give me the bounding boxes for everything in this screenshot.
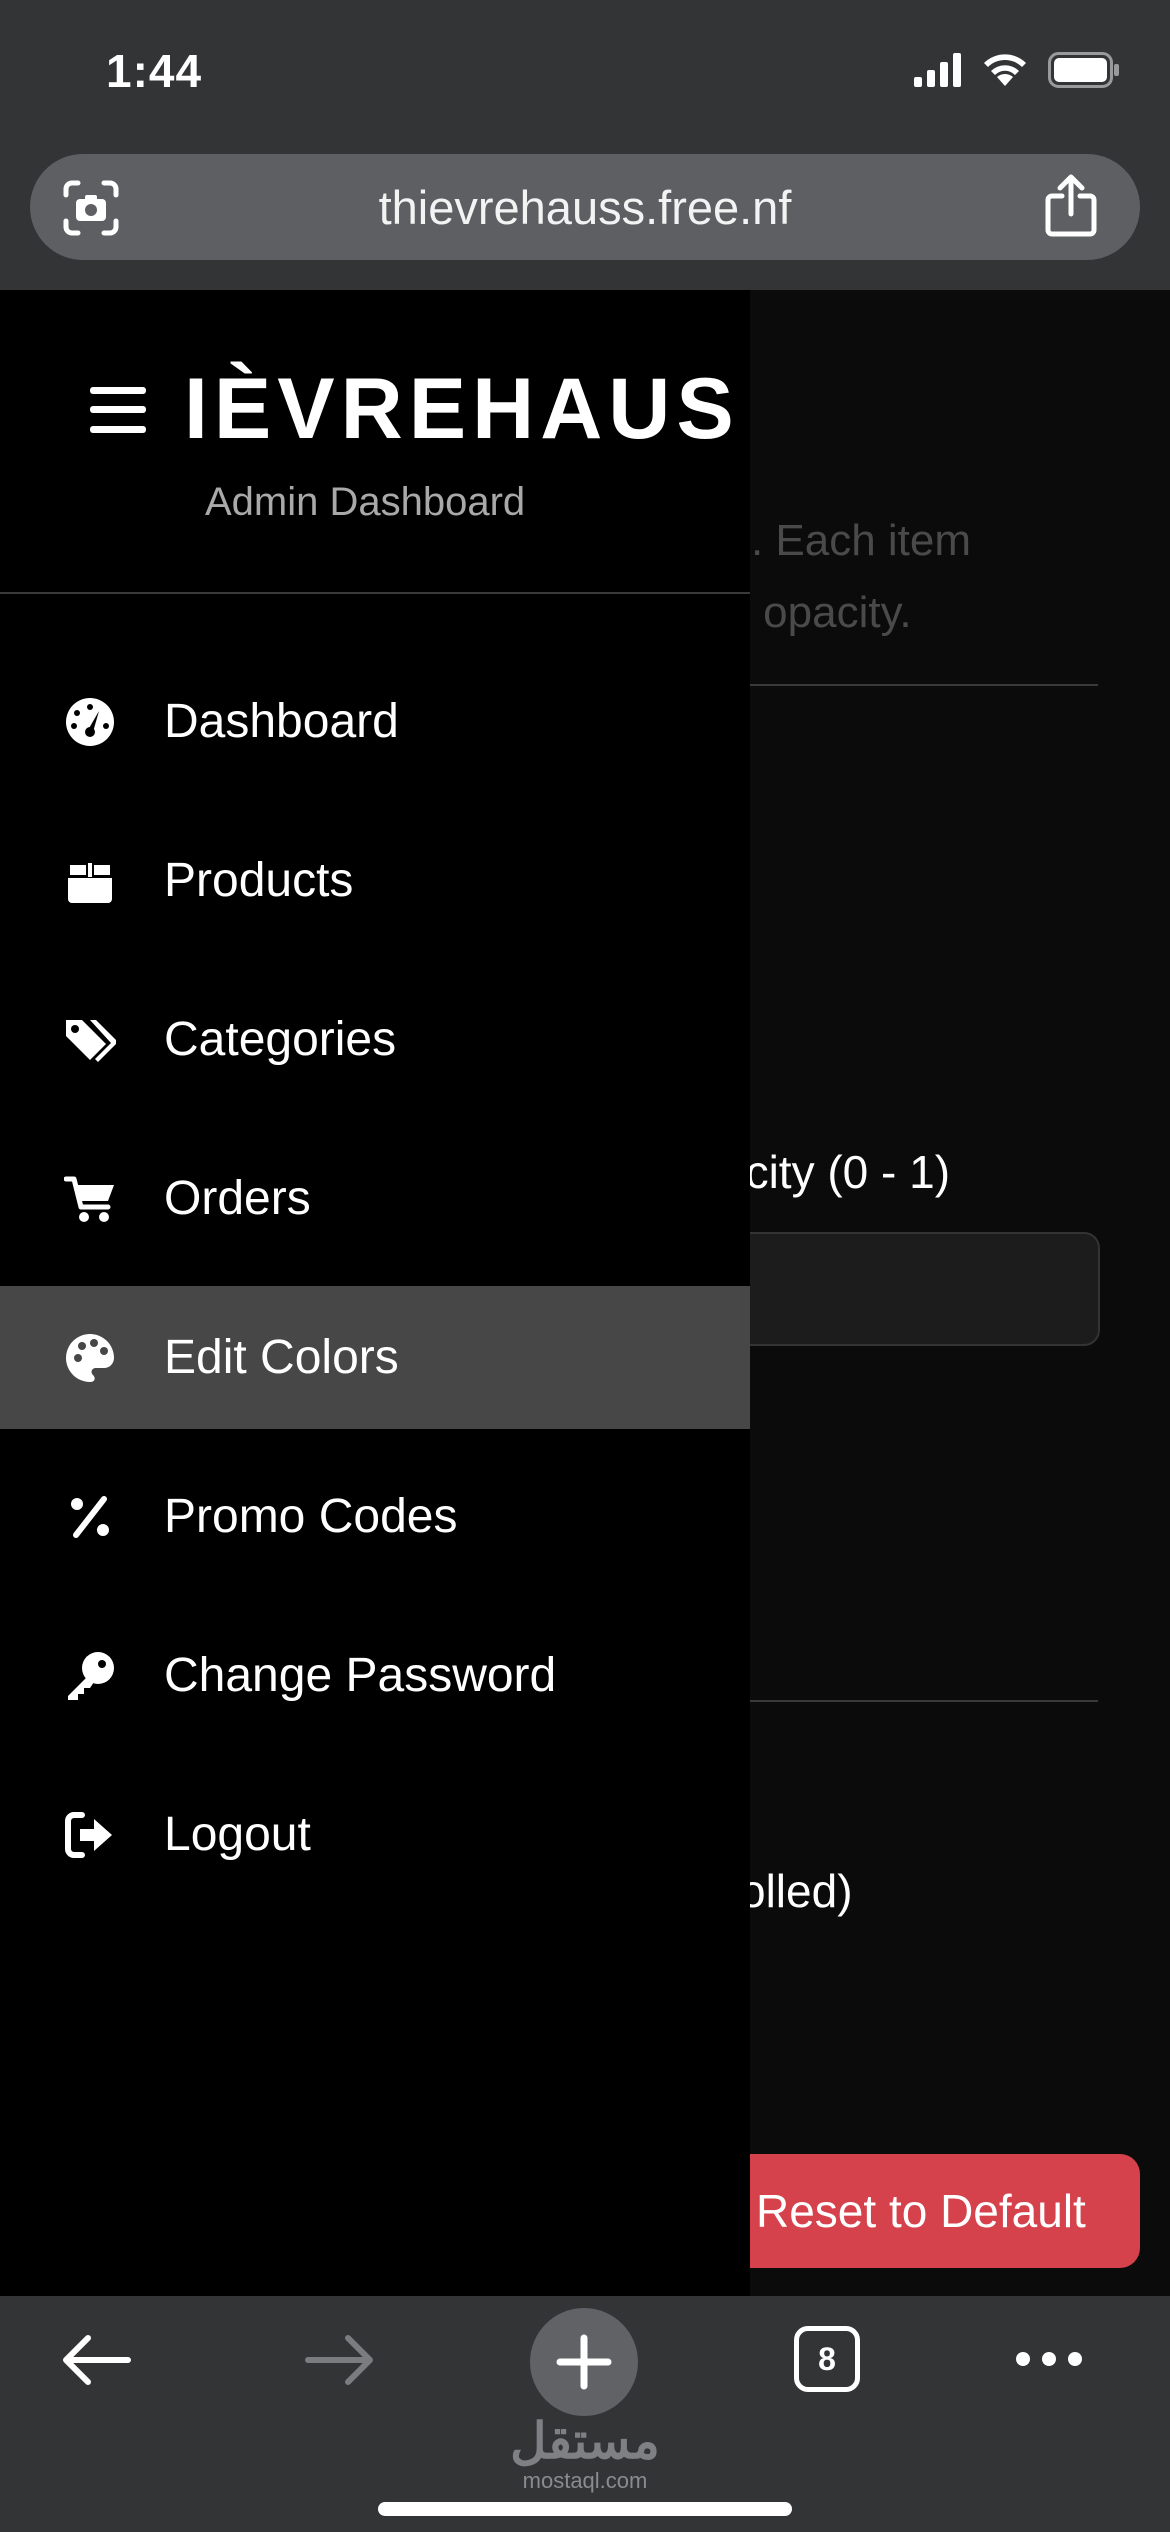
- brand-title: IÈVREHAUS: [184, 361, 740, 457]
- hamburger-menu-icon[interactable]: [90, 386, 146, 433]
- share-icon[interactable]: [1042, 174, 1100, 238]
- address-bar[interactable]: thievrehauss.free.nf: [30, 154, 1140, 260]
- tags-icon: [66, 1020, 116, 1062]
- status-bar: 1:44: [0, 0, 1170, 150]
- watermark-arabic: مستقل: [510, 2413, 660, 2469]
- browser-toolbar: thievrehauss.free.nf: [0, 150, 1170, 290]
- forward-arrow-icon[interactable]: [304, 2330, 376, 2390]
- sidebar-item-label: Edit Colors: [164, 1331, 399, 1384]
- sidebar-item-change-password[interactable]: Change Password: [0, 1604, 750, 1747]
- palette-icon: [66, 1334, 114, 1382]
- browser-bottom-bar: 8 مستقل mostaql.com: [0, 2296, 1170, 2532]
- back-arrow-icon[interactable]: [60, 2330, 132, 2390]
- sidebar-item-logout[interactable]: Logout: [0, 1763, 750, 1906]
- home-indicator[interactable]: [378, 2502, 792, 2516]
- percent-icon: [71, 1496, 109, 1538]
- new-tab-button[interactable]: [530, 2308, 638, 2416]
- sidebar-item-products[interactable]: Products: [0, 809, 750, 952]
- admin-sidebar: IÈVREHAUS Admin Dashboard Dashboard Prod…: [0, 290, 750, 2296]
- brand-subtitle: Admin Dashboard: [205, 480, 526, 524]
- status-icons: [914, 52, 1120, 88]
- sidebar-item-label: Logout: [164, 1808, 311, 1861]
- sidebar-item-orders[interactable]: Orders: [0, 1127, 750, 1270]
- sidebar-item-label: Change Password: [164, 1649, 557, 1702]
- wifi-icon: [984, 54, 1026, 86]
- section-divider: [700, 684, 1098, 686]
- key-icon: [68, 1652, 114, 1700]
- section-divider: [700, 1700, 1098, 1702]
- cellular-signal-icon: [914, 53, 961, 87]
- url-text: thievrehauss.free.nf: [378, 181, 792, 234]
- sidebar-item-edit-colors[interactable]: Edit Colors: [0, 1286, 750, 1429]
- more-options-icon[interactable]: [1016, 2352, 1082, 2366]
- sidebar-item-promo-codes[interactable]: Promo Codes: [0, 1445, 750, 1588]
- cart-icon: [64, 1176, 114, 1222]
- description-line: ngs. Each item: [680, 516, 972, 565]
- plus-icon: [556, 2334, 612, 2390]
- scrolled-label: olled): [740, 1865, 853, 1917]
- sidebar-item-label: Orders: [164, 1172, 311, 1225]
- box-icon: [68, 863, 112, 903]
- watermark-latin: mostaql.com: [522, 2468, 648, 2493]
- sidebar-divider: [0, 592, 750, 594]
- opacity-label: acity (0 - 1): [720, 1146, 951, 1198]
- tab-count-button[interactable]: 8: [794, 2326, 860, 2392]
- sidebar-nav: Dashboard Products Categories Orders Edi…: [0, 650, 750, 1922]
- status-time: 1:44: [106, 45, 203, 97]
- sidebar-item-label: Promo Codes: [164, 1490, 458, 1543]
- logout-icon: [65, 1812, 112, 1858]
- battery-icon: [1048, 52, 1119, 88]
- description-line: ble, opacity.: [680, 588, 912, 637]
- sidebar-item-label: Categories: [164, 1013, 397, 1066]
- watermark-logo: مستقل mostaql.com: [505, 2414, 665, 2494]
- sidebar-item-dashboard[interactable]: Dashboard: [0, 650, 750, 793]
- sidebar-header: IÈVREHAUS: [90, 360, 740, 459]
- reset-button-label: Reset to Default: [756, 2185, 1086, 2237]
- sidebar-item-label: Dashboard: [164, 695, 399, 748]
- sidebar-item-categories[interactable]: Categories: [0, 968, 750, 1111]
- page-description: ngs. Each item ble, opacity.: [680, 505, 1150, 649]
- sidebar-item-label: Products: [164, 854, 354, 907]
- gauge-icon: [66, 698, 114, 746]
